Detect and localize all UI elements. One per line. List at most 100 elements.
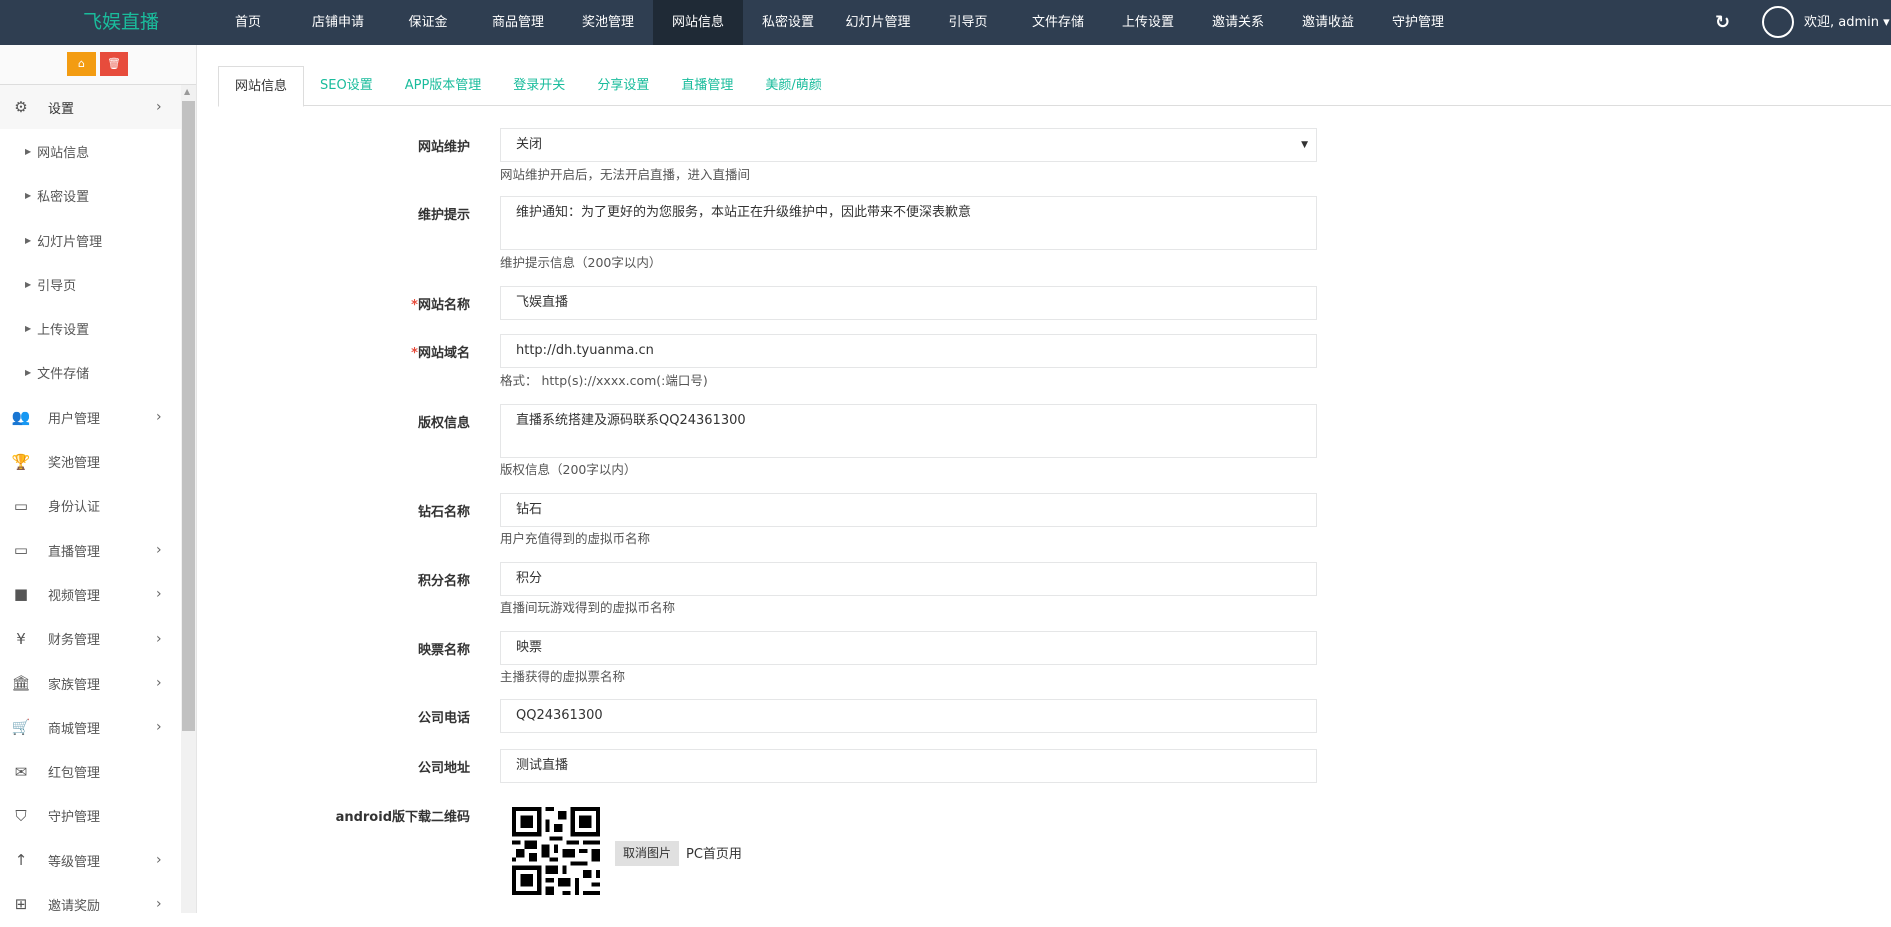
sidebar-sub-slides[interactable]: ▶ 幻灯片管理 [0,218,181,262]
copyright-textarea[interactable]: 直播系统搭建及源码联系QQ24361300 [500,404,1317,458]
tab-app-version[interactable]: APP版本管理 [389,66,498,105]
cart-icon: 🛒 [11,718,31,737]
nav-slides[interactable]: 幻灯片管理 [833,0,923,45]
site-name-label: *网站名称 [170,294,470,313]
sidebar-item-family[interactable]: 🏛 家族管理 › [0,661,181,705]
tab-live[interactable]: 直播管理 [665,66,749,105]
qrcode-label: android版下载二维码 [335,810,470,825]
nav-jackpot[interactable]: 奖池管理 [563,0,653,45]
sidebar-item-label: 上传设置 [37,323,90,339]
phone-input[interactable]: QQ24361300 [500,699,1317,733]
sidebar-item-jackpot[interactable]: 🏆 奖池管理 [0,439,181,483]
address-label: 公司地址 [417,761,470,776]
site-domain-help: 格式： http(s)://xxxx.com(:端口号) [500,373,708,388]
tab-seo[interactable]: SEO设置 [304,66,389,105]
scroll-up-icon[interactable]: ▲ [184,87,190,96]
diamond-input[interactable]: 钻石 [500,493,1317,527]
level-up-icon: ↑ [14,851,28,870]
sidebar-item-label: 设置 [48,101,75,117]
nav-site-info[interactable]: 网站信息 [653,0,743,45]
nav-home[interactable]: 首页 [203,0,293,45]
chevron-right-icon: › [156,586,162,603]
sidebar-item-mall[interactable]: 🛒 商城管理 › [0,705,181,749]
sidebar-sub-upload[interactable]: ▶ 上传设置 [0,306,181,350]
sidebar-sub-privacy[interactable]: ▶ 私密设置 [0,174,181,218]
sidebar-item-invite-reward[interactable]: ⊞ 邀请奖励 › [0,882,181,926]
sidebar-item-label: 商城管理 [48,721,101,737]
sidebar-item-label: 身份认证 [48,500,101,516]
label-text: 网站域名 [417,346,470,361]
address-input[interactable]: 测试直播 [500,749,1317,783]
sidebar-sub-storage[interactable]: ▶ 文件存储 [0,351,181,395]
sidebar-item-redpacket[interactable]: ✉ 红包管理 [0,749,181,793]
tab-beauty[interactable]: 美颜/萌颜 [749,66,837,105]
sidebar-item-label: 财务管理 [48,633,101,649]
nav-guard[interactable]: 守护管理 [1373,0,1463,45]
sidebar-sub-site-info[interactable]: ▶ 网站信息 [0,129,181,173]
tab-site-info[interactable]: 网站信息 [218,66,305,107]
qrcode-image [512,807,600,895]
site-domain-input[interactable]: http://dh.tyuanma.cn [500,334,1317,368]
sidebar-item-label: 幻灯片管理 [37,234,103,250]
sitemap-icon: ⊞ [14,895,28,914]
points-label: 积分名称 [417,574,470,589]
site-name-input[interactable]: 飞娱直播 [500,286,1317,320]
chevron-right-icon: › [156,852,162,869]
sidebar-item-identity[interactable]: ▭ 身份认证 [0,484,181,528]
maintenance-select[interactable]: 关闭 ▼ [500,128,1317,162]
maintenance-tip-label: 维护提示 [417,208,470,223]
sidebar-item-label: 邀请奖励 [48,898,101,914]
phone-label: 公司电话 [417,711,470,726]
sidebar: ⌂ 🗑 ⚙ 设置 › ▶ 网站信息 ▶ 私密设置 ▶ 幻灯片管理 ▶ 引导页 ▶ 上传设置 ▶… [0,45,197,914]
clear-cache-button[interactable]: 🗑 [100,52,128,76]
ticket-label: 映票名称 [417,643,470,658]
sidebar-item-video[interactable]: ■ 视频管理 › [0,572,181,616]
logo[interactable]: 飞娱直播 [62,0,180,45]
cancel-image-button[interactable]: 取消图片 [615,841,680,866]
sidebar-item-label: 引导页 [37,278,77,294]
chevron-right-icon: › [156,675,162,691]
bank-icon: 🏛 [11,674,31,692]
sidebar-item-guard[interactable]: ⛉ 守护管理 [0,794,181,838]
required-mark: * [411,346,418,361]
nav-deposit[interactable]: 保证金 [383,0,473,45]
sidebar-item-label: 家族管理 [48,677,101,693]
maintenance-help: 网站维护开启后，无法开启直播，进入直播间 [500,167,751,182]
tab-login-switch[interactable]: 登录开关 [497,66,581,105]
nav-privacy[interactable]: 私密设置 [743,0,833,45]
maintenance-value: 关闭 [516,137,543,152]
sidebar-item-label: 奖池管理 [48,456,101,472]
nav-shop-apply[interactable]: 店铺申请 [293,0,383,45]
sidebar-item-settings[interactable]: ⚙ 设置 › [0,85,181,130]
qrcode-note: PC首页用 [686,847,742,862]
video-camera-icon: ■ [13,585,29,604]
nav-invite-income[interactable]: 邀请收益 [1283,0,1373,45]
yen-icon: ¥ [16,629,26,648]
home-button[interactable]: ⌂ [67,52,96,76]
refresh-icon[interactable]: ↻ [1715,12,1730,33]
shield-icon: ⛉ [15,806,27,825]
ticket-input[interactable]: 映票 [500,631,1317,665]
nav-invite-relation[interactable]: 邀请关系 [1193,0,1283,45]
required-mark: * [411,298,418,313]
sidebar-toolbar: ⌂ 🗑 [0,45,196,85]
user-menu[interactable]: 欢迎, admin ▾ [1804,0,1890,45]
sidebar-item-users[interactable]: 👥 用户管理 › [0,395,181,439]
label-text: 网站名称 [417,298,470,313]
points-input[interactable]: 积分 [500,562,1317,596]
sidebar-item-level[interactable]: ↑ 等级管理 › [0,838,181,882]
maintenance-tip-textarea[interactable]: 维护通知：为了更好的为您服务，本站正在升级维护中，因此带来不便深表歉意 [500,196,1317,250]
sidebar-sub-guide[interactable]: ▶ 引导页 [0,262,181,306]
sidebar-item-live[interactable]: ▭ 直播管理 › [0,528,181,572]
caret-right-icon: ▶ [25,235,32,245]
nav-storage[interactable]: 文件存储 [1013,0,1103,45]
tab-share[interactable]: 分享设置 [581,66,665,105]
nav-upload[interactable]: 上传设置 [1103,0,1193,45]
avatar[interactable] [1762,6,1794,38]
sidebar-item-label: 直播管理 [48,544,101,560]
sidebar-item-label: 守护管理 [48,810,101,826]
copyright-help: 版权信息（200字以内） [500,462,637,477]
nav-guide[interactable]: 引导页 [923,0,1013,45]
sidebar-item-finance[interactable]: ¥ 财务管理 › [0,617,181,661]
nav-goods[interactable]: 商品管理 [473,0,563,45]
